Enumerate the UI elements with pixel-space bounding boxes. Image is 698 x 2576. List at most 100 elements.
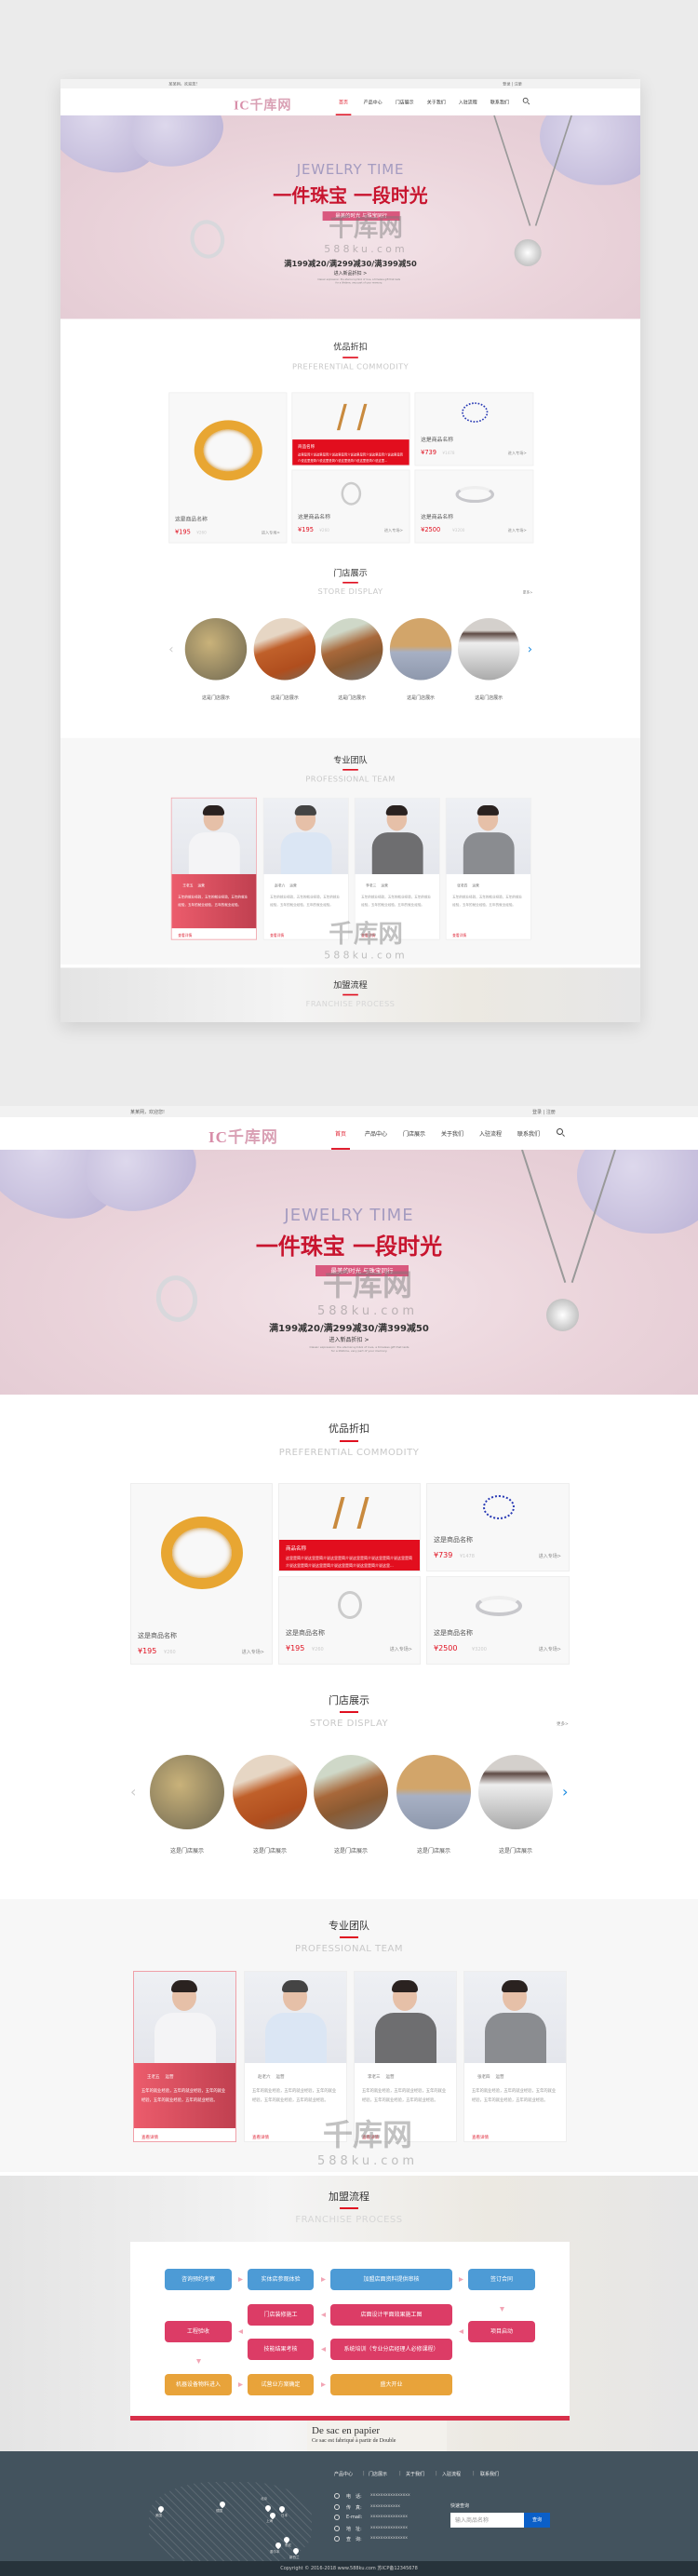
- product-card[interactable]: 这是商品名称 ¥2500 ¥3200 进入专场>: [414, 469, 534, 544]
- product-name[interactable]: 这是商品名称: [434, 1628, 473, 1638]
- product-link[interactable]: 进入专场>: [242, 1649, 264, 1655]
- member-detail-link[interactable]: 查看详情: [270, 934, 284, 938]
- nav-contact[interactable]: 联系我们: [490, 99, 509, 105]
- person-body: [265, 2013, 327, 2063]
- hero-cta-link[interactable]: 进入新品折扣 >: [0, 1335, 698, 1343]
- product-name[interactable]: 这是商品名称: [421, 436, 453, 443]
- carousel-prev-icon[interactable]: ‹: [168, 641, 173, 656]
- carousel-next-icon[interactable]: ›: [528, 641, 532, 656]
- featured-product-name[interactable]: 商品名称: [286, 1544, 413, 1552]
- store-label[interactable]: 这是门店展示: [246, 694, 323, 701]
- nav-about[interactable]: 关于我们: [441, 1129, 463, 1138]
- process-step: 盛大开业: [330, 2374, 452, 2395]
- watermark-logo: 千库网 588ku.com: [324, 919, 409, 962]
- store-image[interactable]: [320, 617, 383, 681]
- nav-stores[interactable]: 门店展示: [396, 99, 414, 105]
- store-image[interactable]: [314, 1755, 388, 1829]
- quick-search-input[interactable]: [450, 2513, 524, 2528]
- footer-link[interactable]: 联系我们: [480, 2471, 499, 2477]
- footer-link[interactable]: 入驻流程: [442, 2471, 461, 2477]
- search-icon[interactable]: [557, 1128, 563, 1135]
- nav-products[interactable]: 产品中心: [364, 99, 383, 105]
- nav-about[interactable]: 关于我们: [427, 99, 446, 105]
- carousel-prev-icon[interactable]: ‹: [130, 1783, 136, 1801]
- store-label[interactable]: 这是门店展示: [141, 1846, 234, 1854]
- login-register-link[interactable]: 登录 | 注册: [532, 1109, 556, 1115]
- logo[interactable]: IC千库网: [208, 1124, 278, 1147]
- nav-contact[interactable]: 联系我们: [517, 1129, 540, 1138]
- store-image[interactable]: [184, 617, 248, 681]
- product-name[interactable]: 这是商品名称: [421, 513, 453, 520]
- store-label[interactable]: 这是门店展示: [314, 694, 391, 701]
- product-name[interactable]: 这是商品名称: [175, 516, 208, 523]
- nav-home[interactable]: 首页: [330, 1129, 351, 1150]
- footer-link[interactable]: 门店展示: [369, 2471, 387, 2477]
- product-card[interactable]: 这是商品名称 ¥195 ¥260 进入专场>: [168, 392, 288, 544]
- product-name[interactable]: 这是商品名称: [138, 1631, 177, 1640]
- store-label[interactable]: 这是门店展示: [383, 694, 460, 701]
- product-name[interactable]: 这是商品名称: [434, 1535, 473, 1544]
- store-image[interactable]: [233, 1755, 307, 1829]
- product-card[interactable]: 这是商品名称 ¥739 ¥1478 进入专场>: [414, 392, 534, 466]
- member-detail-link[interactable]: 查看详情: [178, 934, 192, 938]
- featured-product-card[interactable]: 商品名称 这里是简介说这里是简介说这里是简介说这里是简介说这里是简介说这里是简介说…: [291, 392, 410, 466]
- nav-products[interactable]: 产品中心: [365, 1129, 387, 1138]
- hero-cta-link[interactable]: 进入新品折扣 >: [60, 269, 640, 276]
- footer-link[interactable]: 关于我们: [406, 2471, 424, 2477]
- nav-process[interactable]: 入驻流程: [459, 99, 477, 105]
- store-image[interactable]: [253, 617, 316, 681]
- welcome-text: 某某网，欢迎您!: [168, 82, 198, 88]
- store-image[interactable]: [150, 1755, 224, 1829]
- product-link[interactable]: 进入专场>: [539, 1646, 561, 1652]
- team-member-card[interactable]: 张老四 运营 五年的就业经验，五年的就业经验，五年的就业经验，五年的就业经验，五年的…: [445, 797, 531, 940]
- product-name[interactable]: 这是商品名称: [286, 1628, 325, 1638]
- product-card[interactable]: 这是商品名称 ¥195 ¥260 进入专场>: [130, 1483, 273, 1665]
- link-separator: |: [399, 2471, 401, 2476]
- search-icon[interactable]: [522, 97, 529, 103]
- bracelet-image: [462, 402, 489, 423]
- member-detail-link[interactable]: 查看详情: [252, 2135, 269, 2140]
- store-label[interactable]: 这是门店展示: [450, 694, 528, 701]
- product-card[interactable]: 这是商品名称 ¥195 ¥260 进入专场>: [278, 1576, 421, 1665]
- product-link[interactable]: 进入专场>: [384, 528, 403, 533]
- nav-process[interactable]: 入驻流程: [479, 1129, 502, 1138]
- store-image[interactable]: [396, 1755, 471, 1829]
- product-card[interactable]: 这是商品名称 ¥2500 ¥3200 进入专场>: [426, 1576, 570, 1665]
- store-label[interactable]: 这是门店展示: [304, 1846, 397, 1854]
- featured-product-card[interactable]: 商品名称 这里是简介说这里是简介说这里是简介说这里是简介说这里是简介说这里是简介说…: [278, 1483, 421, 1571]
- store-label[interactable]: 这是门店展示: [387, 1846, 480, 1854]
- main-nav: IC千库网 首页 产品中心 门店展示 关于我们 入驻流程 联系我们: [60, 88, 640, 116]
- product-link[interactable]: 进入专场>: [508, 451, 527, 456]
- featured-product-name[interactable]: 商品名称: [298, 443, 404, 450]
- nav-stores[interactable]: 门店展示: [403, 1129, 425, 1138]
- team-member-card[interactable]: 王老五 运营 五年的就业经验，五年的就业经验，五年的就业经验，五年的就业经验，五年的…: [133, 1971, 236, 2142]
- more-link[interactable]: 更多>: [523, 590, 533, 595]
- product-card[interactable]: 这是商品名称 ¥195 ¥260 进入专场>: [291, 469, 410, 544]
- login-register-link[interactable]: 登录 | 注册: [503, 81, 522, 87]
- product-link[interactable]: 进入专场>: [262, 530, 280, 535]
- footer-link[interactable]: 产品中心: [334, 2471, 353, 2477]
- team-member-card[interactable]: 张老四 运营 五年的就业经验，五年的就业经验，五年的就业经验，五年的就业经验，五年的…: [463, 1971, 567, 2142]
- store-image[interactable]: [457, 617, 520, 681]
- carousel-next-icon[interactable]: ›: [562, 1783, 568, 1801]
- member-detail-link[interactable]: 查看详情: [452, 934, 466, 938]
- quick-search-button[interactable]: 查询: [524, 2513, 550, 2528]
- person-body: [188, 832, 240, 874]
- more-link[interactable]: 更多>: [557, 1721, 569, 1727]
- product-card[interactable]: 这是商品名称 ¥739 ¥1478 进入专场>: [426, 1483, 570, 1571]
- store-label[interactable]: 这是门店展示: [177, 694, 254, 701]
- store-image[interactable]: [478, 1755, 553, 1829]
- section-title: 加盟流程: [333, 979, 368, 991]
- product-link[interactable]: 进入专场>: [539, 1553, 561, 1559]
- logo[interactable]: IC千库网: [234, 94, 291, 114]
- store-label[interactable]: 这是门店展示: [469, 1846, 562, 1854]
- store-image[interactable]: [389, 617, 452, 681]
- nav-home[interactable]: 首页: [335, 99, 352, 116]
- member-detail-link[interactable]: 查看详情: [141, 2135, 158, 2140]
- product-name[interactable]: 这是商品名称: [298, 513, 330, 520]
- product-link[interactable]: 进入专场>: [508, 528, 527, 533]
- store-label[interactable]: 这是门店展示: [223, 1846, 316, 1854]
- member-detail-link[interactable]: 查看详情: [472, 2135, 489, 2140]
- product-link[interactable]: 进入专场>: [390, 1646, 412, 1652]
- team-member-card[interactable]: 王老五 运营 五年的就业经验，五年的就业经验，五年的就业经验，五年的就业经验，五年的…: [170, 797, 257, 940]
